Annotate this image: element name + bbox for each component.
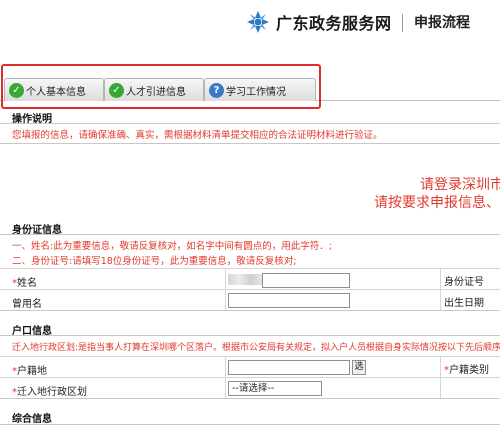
used-name-input[interactable] <box>228 293 350 308</box>
general-section-title: 综合信息 <box>12 414 52 425</box>
gd-logo-icon <box>247 11 269 33</box>
district-label: *迁入地行政区划 <box>12 387 87 398</box>
instructions-text: 您填报的信息，请确保准确、真实，需根据材料清单提交相应的合法证明材料进行验证。 <box>12 130 383 141</box>
column-divider <box>440 268 441 310</box>
apply-notice: 请按要求申报信息、准 <box>374 195 500 211</box>
name-input[interactable] <box>262 273 350 288</box>
section-divider <box>0 123 500 124</box>
masked-value <box>228 274 262 285</box>
brand-title: 广东政务服务网 <box>276 14 392 33</box>
section-divider <box>0 424 500 425</box>
site-header: 广东政务服务网 申报流程 <box>0 0 500 46</box>
section-divider <box>0 310 500 311</box>
birth-date-label: 出生日期 <box>444 298 484 309</box>
tabs-highlight-box <box>1 64 321 109</box>
section-divider <box>0 335 500 336</box>
domicile-select-button[interactable]: 选 <box>352 360 366 375</box>
id-note-idno: 二、身份证号:请填写18位身份证号，此为重要信息，敬请反复核对; <box>12 256 297 267</box>
id-note-name: 一、姓名:此为重要信息，敬请反复核对，如名字中间有圆点的，用此字符．; <box>12 241 332 252</box>
header-divider <box>402 14 403 32</box>
hukou-note: 迁入地行政区划:是指当事人打算在深圳哪个区落户。根据市公安局有关规定，拟入户人员… <box>12 343 500 353</box>
section-divider <box>0 234 500 235</box>
section-divider <box>0 398 500 399</box>
id-number-label: 身份证号 <box>444 277 484 288</box>
login-notice: 请登录深圳市 <box>420 177 500 193</box>
district-select[interactable]: --请选择-- <box>228 381 322 396</box>
used-name-label: 曾用名 <box>12 299 42 310</box>
column-divider <box>225 356 226 398</box>
section-divider <box>0 143 500 144</box>
name-label: *姓名 <box>12 278 37 289</box>
domicile-input[interactable] <box>228 360 350 375</box>
domicile-label: *户籍地 <box>12 366 47 377</box>
apply-process-link[interactable]: 申报流程 <box>414 12 470 32</box>
column-divider <box>440 356 441 398</box>
hukou-type-label: *户籍类别 <box>444 365 489 376</box>
column-divider <box>225 268 226 310</box>
